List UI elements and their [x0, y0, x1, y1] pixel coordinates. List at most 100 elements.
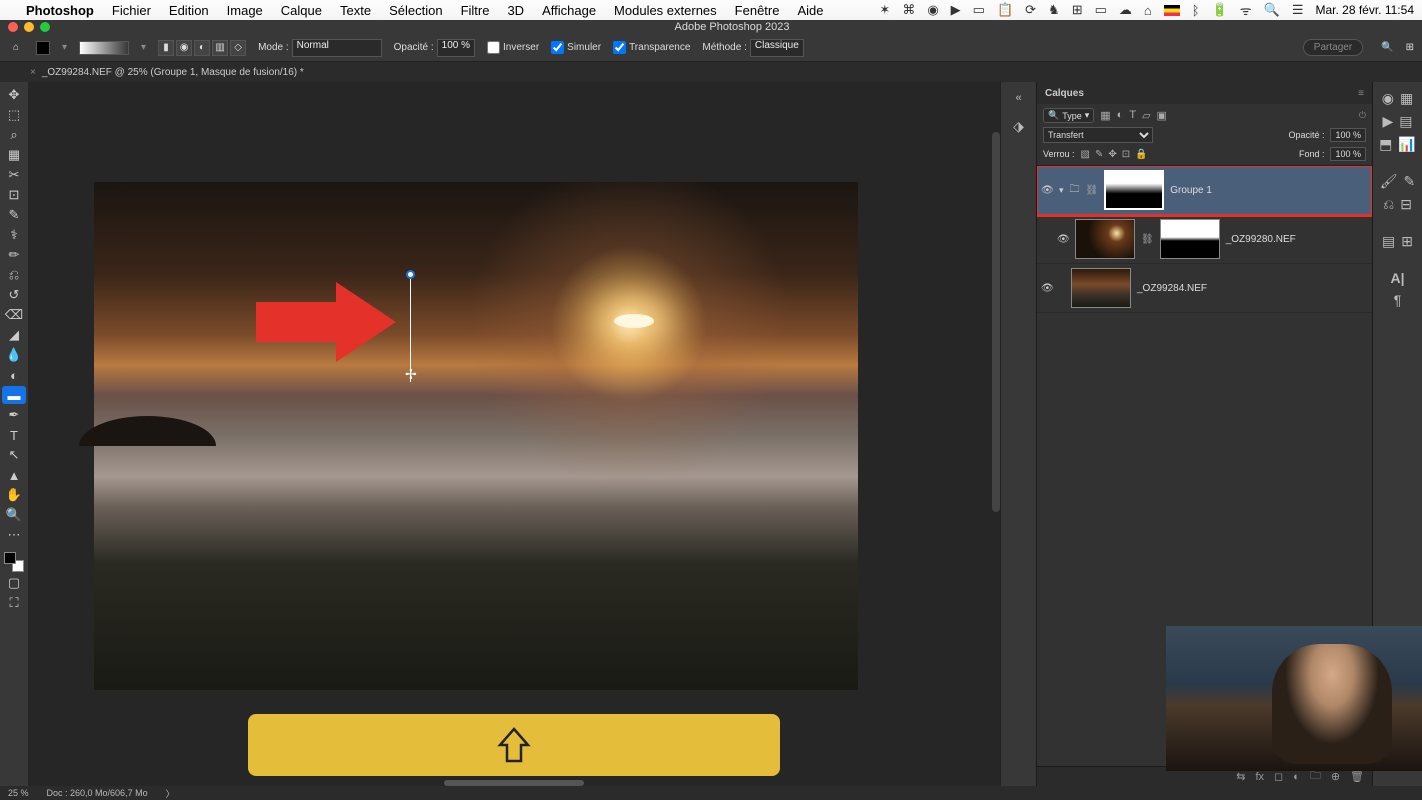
- bluetooth-icon[interactable]: ᛒ: [1192, 3, 1200, 18]
- visibility-toggle[interactable]: 👁: [1041, 283, 1053, 294]
- workspace-icon[interactable]: ⊞: [1406, 42, 1414, 53]
- tool-presets-icon[interactable]: ⊟: [1400, 196, 1412, 213]
- filter-pixel-icon[interactable]: ▦: [1100, 109, 1110, 122]
- layer-thumbnail[interactable]: [1071, 268, 1131, 308]
- filter-adjust-icon[interactable]: ◐: [1117, 109, 1124, 122]
- lock-artboard-icon[interactable]: ⊡: [1122, 149, 1130, 160]
- quick-mask-button[interactable]: ▢: [2, 574, 26, 592]
- panel-menu-icon[interactable]: ≡: [1358, 88, 1364, 99]
- dodge-tool[interactable]: ◐: [2, 366, 26, 384]
- menu-plugins[interactable]: Modules externes: [614, 3, 717, 18]
- menu-image[interactable]: Image: [227, 3, 263, 18]
- layer-thumbnail[interactable]: [1075, 219, 1135, 259]
- diamond-gradient-button[interactable]: ◇: [230, 40, 246, 56]
- lock-all-icon[interactable]: 🔒: [1135, 149, 1147, 160]
- properties-panel-icon[interactable]: ⬒: [1379, 136, 1392, 153]
- menu-window[interactable]: Fenêtre: [735, 3, 780, 18]
- gradient-start-handle[interactable]: [406, 270, 415, 279]
- mask-link-icon[interactable]: ⛓: [1141, 234, 1154, 245]
- control-center-icon[interactable]: ☰: [1292, 2, 1304, 18]
- close-tab-button[interactable]: ×: [30, 67, 36, 78]
- layer-mask-thumbnail[interactable]: [1104, 170, 1164, 210]
- link-layers-button[interactable]: ⇆: [1236, 770, 1245, 783]
- adjustment-layer-button[interactable]: ◐: [1293, 771, 1300, 783]
- layer-effects-button[interactable]: fx: [1255, 771, 1264, 783]
- add-mask-button[interactable]: ◻: [1274, 770, 1283, 783]
- clone-tool[interactable]: ⎌: [2, 266, 26, 284]
- brush-settings-icon[interactable]: 🖌: [1380, 173, 1398, 190]
- share-button[interactable]: Partager: [1303, 39, 1363, 56]
- layer-row[interactable]: 👁 _OZ99284.NEF: [1037, 264, 1372, 313]
- marquee-tool[interactable]: ⬚: [2, 106, 26, 124]
- layer-name[interactable]: Groupe 1: [1170, 185, 1212, 196]
- tray-icon[interactable]: ◉: [927, 2, 938, 18]
- tray-icon[interactable]: ⌘: [902, 2, 915, 18]
- menubar-clock[interactable]: Mar. 28 févr. 11:54: [1315, 3, 1414, 17]
- zoom-tool[interactable]: 🔍: [2, 506, 26, 524]
- tray-icon[interactable]: ⊞: [1072, 2, 1083, 18]
- canvas-area[interactable]: ✢: [28, 82, 1000, 786]
- layer-row[interactable]: 👁 ⛓ _OZ99280.NEF: [1037, 215, 1372, 264]
- zoom-level[interactable]: 25 %: [8, 788, 29, 798]
- tray-icon[interactable]: ♞: [1048, 2, 1060, 18]
- layer-opacity-input[interactable]: 100 %: [1330, 128, 1366, 142]
- lock-transparency-icon[interactable]: ▧: [1081, 149, 1090, 160]
- document-tab[interactable]: _OZ99284.NEF @ 25% (Groupe 1, Masque de …: [42, 67, 304, 78]
- pen-tool[interactable]: ✒: [2, 406, 26, 424]
- visibility-toggle[interactable]: 👁: [1041, 185, 1053, 196]
- move-tool[interactable]: ✥: [2, 86, 26, 104]
- tray-icon[interactable]: ✶: [879, 2, 890, 18]
- layers-panel-icon[interactable]: ▤: [1382, 233, 1395, 250]
- brush-tool[interactable]: ✏: [2, 246, 26, 264]
- wifi-icon[interactable]: ᯤ: [1240, 1, 1252, 19]
- eraser-tool[interactable]: ⌫: [2, 306, 26, 324]
- opacity-input[interactable]: 100 %: [437, 39, 475, 57]
- gradient-tool[interactable]: ▬: [2, 386, 26, 404]
- invert-checkbox[interactable]: [487, 41, 500, 54]
- history-panel-icon[interactable]: ▤: [1399, 113, 1412, 130]
- document-canvas[interactable]: [94, 182, 858, 690]
- gradient-preview[interactable]: [79, 41, 129, 55]
- lock-position-icon[interactable]: ✥: [1108, 149, 1116, 160]
- crop-tool[interactable]: ✂: [2, 166, 26, 184]
- document-info[interactable]: Doc : 260,0 Mo/606,7 Mo: [47, 788, 148, 798]
- simulate-checkbox[interactable]: [551, 41, 564, 54]
- minimize-window-button[interactable]: [24, 22, 34, 32]
- paint-bucket-tool[interactable]: ◢: [2, 326, 26, 344]
- group-disclosure[interactable]: ▾: [1059, 185, 1064, 196]
- menu-text[interactable]: Texte: [340, 3, 371, 18]
- tray-icon[interactable]: ☁: [1119, 2, 1132, 18]
- close-window-button[interactable]: [8, 22, 18, 32]
- history-brush-tool[interactable]: ↺: [2, 286, 26, 304]
- angle-gradient-button[interactable]: ◐: [194, 40, 210, 56]
- linear-gradient-button[interactable]: ▮: [158, 40, 174, 56]
- tray-icon[interactable]: ⟳: [1025, 2, 1036, 18]
- tray-icon[interactable]: ▭: [1095, 2, 1107, 18]
- actions-panel-icon[interactable]: ▶: [1382, 113, 1393, 130]
- menu-layer[interactable]: Calque: [281, 3, 322, 18]
- menu-file[interactable]: Fichier: [112, 3, 151, 18]
- tool-preset-swatch[interactable]: [36, 41, 50, 55]
- swatches-panel-icon[interactable]: ▦: [1400, 90, 1413, 107]
- search-icon[interactable]: 🔍: [1264, 2, 1280, 18]
- menu-3d[interactable]: 3D: [507, 3, 524, 18]
- foreground-background-colors[interactable]: [4, 552, 24, 572]
- blend-mode-select[interactable]: Normal: [292, 39, 382, 57]
- paragraph-panel-icon[interactable]: ¶: [1394, 292, 1402, 308]
- radial-gradient-button[interactable]: ◉: [176, 40, 192, 56]
- reflected-gradient-button[interactable]: ▥: [212, 40, 228, 56]
- maximize-window-button[interactable]: [40, 22, 50, 32]
- lasso-tool[interactable]: ⌕: [2, 126, 26, 144]
- tray-icon[interactable]: ▭: [973, 2, 985, 18]
- type-tool[interactable]: T: [2, 426, 26, 444]
- search-icon[interactable]: 🔍: [1381, 42, 1393, 53]
- adjustment-icon[interactable]: ⬗: [1013, 118, 1024, 135]
- lock-pixels-icon[interactable]: ✎: [1095, 149, 1103, 160]
- layer-mask-thumbnail[interactable]: [1160, 219, 1220, 259]
- edit-toolbar[interactable]: ⋯: [2, 526, 26, 544]
- screen-mode-button[interactable]: ⛶: [2, 594, 26, 612]
- layers-panel-tab[interactable]: Calques: [1045, 88, 1084, 99]
- new-layer-button[interactable]: ⊕: [1331, 770, 1340, 783]
- layer-name[interactable]: _OZ99284.NEF: [1137, 283, 1207, 294]
- layer-filter-type[interactable]: 🔍 Type ▾: [1043, 108, 1094, 123]
